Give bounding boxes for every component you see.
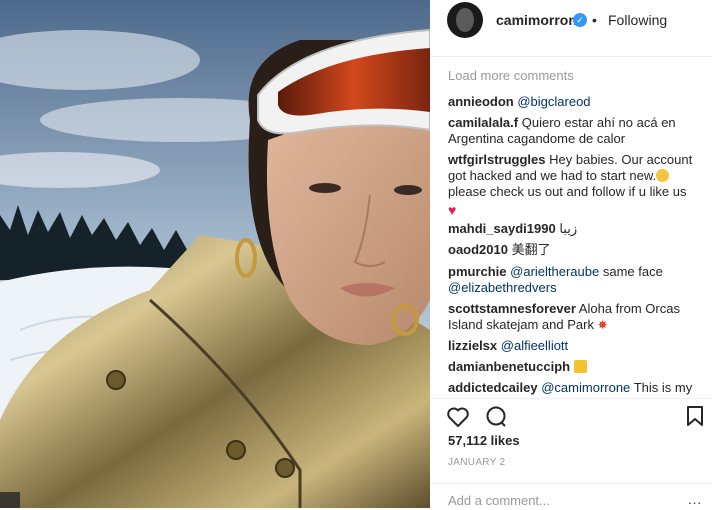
avatar[interactable] [447,2,483,38]
add-comment-bar: Add a comment... ... [430,483,712,510]
comments-panel: camimorrone ✓ • Following Load more comm… [430,0,712,508]
comment: damianbenetucciph [448,359,698,375]
comment: wtfgirlstruggles Hey babies. Our account… [448,152,698,219]
comment-author[interactable]: oaod2010 [448,242,508,257]
add-comment-input[interactable]: Add a comment... [448,493,550,508]
post-header: camimorrone ✓ • Following [430,0,712,57]
likes-count[interactable]: 57,112 likes [448,433,520,448]
post-date[interactable]: JANUARY 2 [448,457,505,468]
red-heart-emoji-icon: ♥ [448,202,457,218]
comment: addictedcailey @camimorrone This is my [448,380,698,396]
comment: oaod2010 美翻了 [448,242,698,258]
comment-author[interactable]: camilalala.f [448,115,518,130]
crown-emoji-icon [573,360,587,373]
explosion-emoji-icon: ✸ [597,318,608,332]
comment: mahdi_saydi1990 زيبا [448,221,698,237]
comment-text: زيبا [559,221,578,236]
comment: camilalala.f Quiero estar ahí no acá en … [448,115,698,147]
comments-list: Load more comments annieodon @bigclareod… [430,60,712,398]
comment-icon[interactable] [484,405,508,434]
heart-icon[interactable] [446,405,470,434]
comment-author[interactable]: mahdi_saydi1990 [448,221,556,236]
comment-mention[interactable]: @elizabethredvers [448,280,557,295]
comment: lizzielsx @alfieelliott [448,338,698,354]
comment-author[interactable]: lizzielsx [448,338,497,353]
verified-badge-icon: ✓ [573,13,587,27]
comment-author[interactable]: wtfgirlstruggles [448,152,546,167]
comment-author[interactable]: pmurchie [448,264,507,279]
comment-author[interactable]: damianbenetucciph [448,359,570,374]
comment-text: please check us out and follow if u like… [448,184,687,199]
post-actions: 57,112 likes JANUARY 2 Add a comment... … [430,398,712,509]
comment-text: same face [602,264,663,279]
bookmark-icon[interactable] [686,405,704,432]
sad-face-emoji-icon [656,169,670,182]
comment: scottstamnesforever Aloha from Orcas Isl… [448,301,698,333]
comment-mention[interactable]: @alfieelliott [501,338,568,353]
comment-author[interactable]: scottstamnesforever [448,301,576,316]
post-photo [0,0,430,508]
comment-author[interactable]: addictedcailey [448,380,538,395]
comment-mention[interactable]: @arieltheraube [510,264,599,279]
comment: annieodon @bigclareod [448,94,698,110]
comment: pmurchie @arieltheraube same face @eliza… [448,264,698,296]
dot-separator: • [592,12,597,28]
comment-mention[interactable]: @camimorrone [541,380,630,395]
more-options-button[interactable]: ... [688,492,702,507]
comment-mention[interactable]: @bigclareod [517,94,590,109]
comment-text: 美翻了 [511,242,551,257]
following-button[interactable]: Following [608,12,667,28]
comment-author[interactable]: annieodon [448,94,514,109]
username-link[interactable]: camimorrone [496,12,585,28]
comment-text: This is my [633,380,693,395]
load-more-comments-link[interactable]: Load more comments [448,68,574,83]
